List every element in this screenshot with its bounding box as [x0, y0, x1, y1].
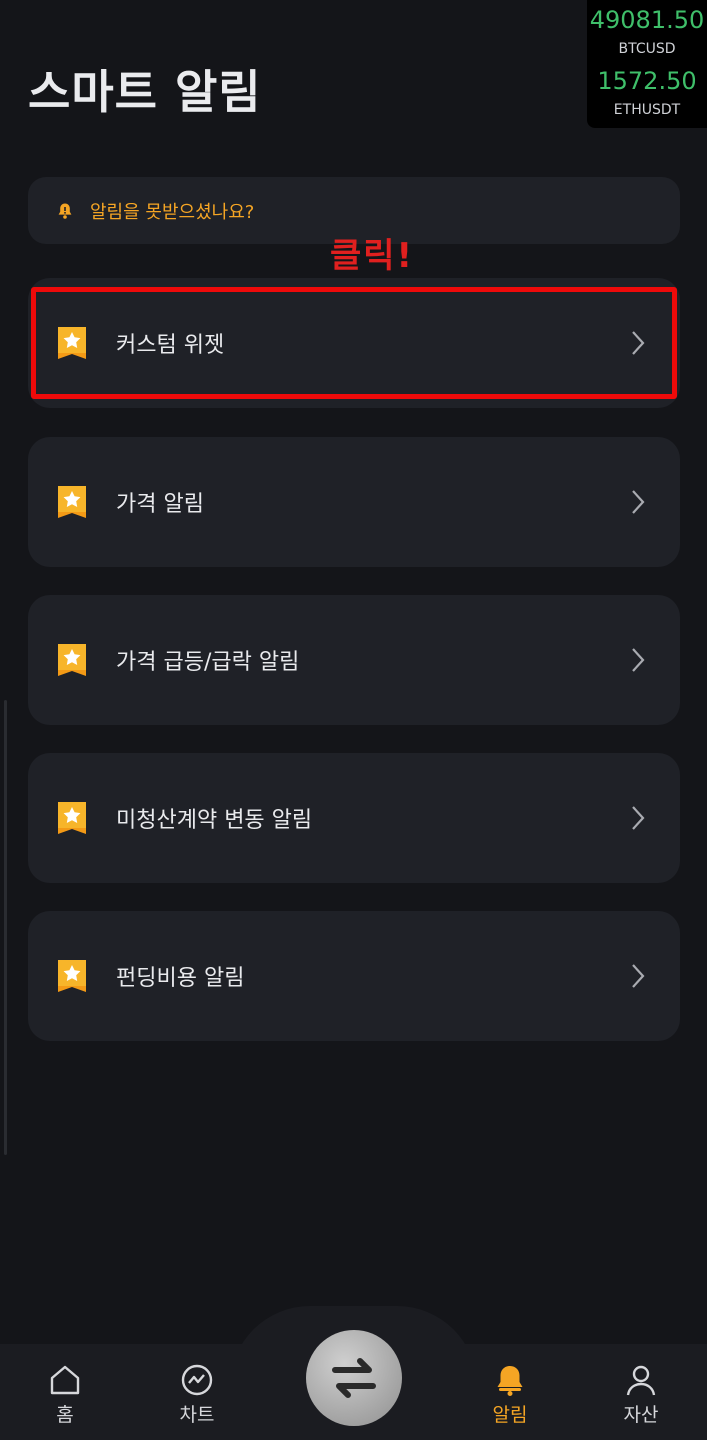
- btc-symbol: BTCUSD: [618, 41, 676, 57]
- chevron-right-icon: [632, 490, 645, 514]
- alert-item-funding-rate[interactable]: 펀딩비용 알림: [28, 911, 680, 1041]
- chevron-right-icon: [632, 806, 645, 830]
- swap-button[interactable]: [306, 1330, 402, 1426]
- nav-assets[interactable]: 자산: [596, 1364, 686, 1427]
- alert-item-label: 가격 알림: [116, 492, 204, 517]
- alert-item-label: 미청산계약 변동 알림: [116, 808, 313, 833]
- nav-chart[interactable]: 차트: [152, 1364, 242, 1427]
- alert-item-price[interactable]: 가격 알림: [28, 437, 680, 567]
- chevron-right-icon: [632, 964, 645, 988]
- nav-home[interactable]: 홈: [20, 1364, 110, 1427]
- alert-item-price-surge[interactable]: 가격 급등/급락 알림: [28, 595, 680, 725]
- star-bookmark-icon: [58, 486, 86, 518]
- chevron-right-icon: [632, 648, 645, 672]
- eth-price: 1572.50: [597, 67, 697, 95]
- star-bookmark-icon: [58, 802, 86, 834]
- alert-item-label: 펀딩비용 알림: [116, 966, 245, 991]
- alert-item-open-interest[interactable]: 미청산계약 변동 알림: [28, 753, 680, 883]
- nav-chart-label: 차트: [179, 1404, 215, 1426]
- page-title: 스마트 알림: [28, 65, 262, 119]
- bell-icon: [497, 1366, 523, 1396]
- nav-assets-label: 자산: [623, 1404, 659, 1426]
- bell-icon: [58, 203, 72, 219]
- alert-item-custom-widget[interactable]: 커스텀 위젯: [28, 278, 680, 408]
- nav-alerts-label: 알림: [492, 1404, 528, 1426]
- eth-symbol: ETHUSDT: [613, 102, 681, 118]
- price-ticker[interactable]: 49081.50 BTCUSD 1572.50 ETHUSDT: [587, 0, 707, 128]
- nav-alerts[interactable]: 알림: [465, 1364, 555, 1427]
- alert-item-label: 가격 급등/급락 알림: [116, 650, 300, 675]
- home-icon: [50, 1365, 80, 1395]
- scrollbar[interactable]: [4, 700, 7, 1155]
- btc-price: 49081.50: [589, 6, 705, 34]
- alert-item-label: 커스텀 위젯: [116, 333, 225, 358]
- notice-text: 알림을 못받으셨나요?: [90, 201, 255, 223]
- star-bookmark-icon: [58, 644, 86, 676]
- chart-icon: [181, 1364, 213, 1396]
- chevron-right-icon: [632, 331, 645, 355]
- star-bookmark-icon: [58, 327, 86, 359]
- person-icon: [626, 1365, 656, 1396]
- nav-home-label: 홈: [56, 1404, 74, 1426]
- click-annotation: 클릭!: [330, 236, 415, 276]
- star-bookmark-icon: [58, 960, 86, 992]
- swap-icon: [332, 1358, 376, 1398]
